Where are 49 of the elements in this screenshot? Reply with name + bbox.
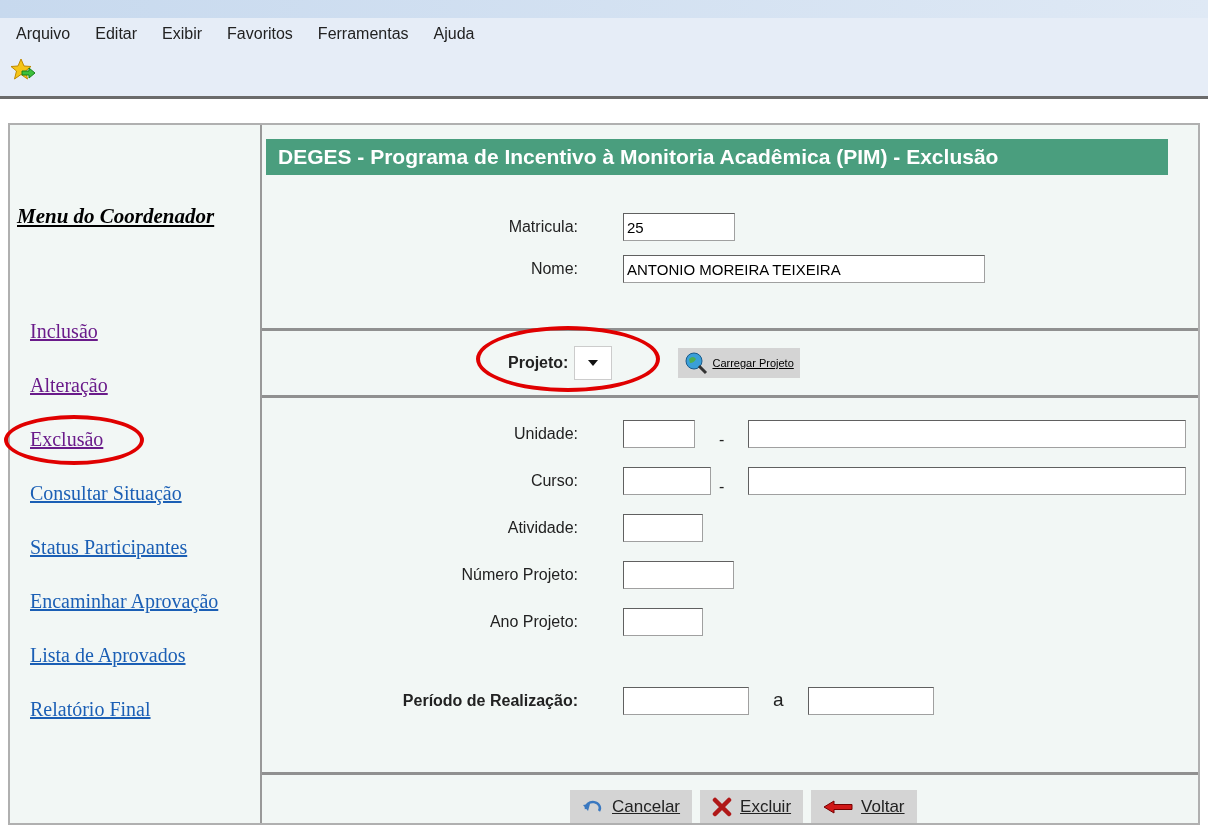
field-label: Período de Realização: (401, 690, 578, 711)
field-label: Curso: (529, 470, 578, 491)
menu-link[interactable]: Relatório Final (30, 693, 151, 724)
menu-item[interactable]: Favoritos (227, 22, 293, 46)
text-field[interactable] (807, 686, 934, 715)
text-field[interactable]: 25 (623, 213, 735, 241)
page-header: DEGES - Programa de Incentivo à Monitoria Acadêmica (PIM) - Exclusão (266, 139, 1168, 175)
field-label: Atividade: (506, 517, 578, 538)
back-button[interactable]: Voltar (811, 790, 917, 823)
text-field[interactable] (748, 466, 1187, 495)
field-label: Número Projeto: (460, 564, 578, 585)
menu-link[interactable]: Status Participantes (30, 531, 188, 562)
text-field[interactable] (623, 513, 703, 542)
dropdown-arrow-icon (588, 360, 599, 366)
text-field[interactable] (623, 419, 695, 448)
field-label: Ano Projeto: (488, 611, 578, 632)
menu-item[interactable]: Ferramentas (317, 22, 409, 46)
text-field[interactable] (748, 419, 1187, 448)
menu-item[interactable]: Ajuda (433, 22, 475, 46)
menu-item[interactable]: Arquivo (16, 22, 71, 46)
field-label: Unidade: (512, 423, 578, 444)
menu-link[interactable]: Alteração (30, 369, 108, 400)
left-arrow-icon (823, 799, 854, 814)
menu-link[interactable]: Inclusão (30, 315, 98, 346)
menu-link[interactable]: Encaminhar Aprovação (30, 585, 219, 616)
cancel-button[interactable]: Cancelar (570, 790, 693, 823)
field-label: Matricula: (507, 217, 578, 237)
field-label: Nome: (529, 259, 578, 279)
text-field[interactable]: ANTONIO MOREIRA TEIXEIRA (623, 255, 985, 283)
favorites-star-icon[interactable] (10, 58, 36, 82)
x-icon (712, 796, 733, 817)
delete-button[interactable]: Excluir (700, 790, 804, 823)
menu-item[interactable]: Exibir (162, 22, 203, 46)
load-project-button[interactable]: Carregar Projeto (678, 348, 800, 378)
text-field[interactable] (623, 466, 711, 495)
dropdown[interactable] (574, 346, 613, 380)
text-field[interactable] (623, 686, 749, 715)
separator-text: - (719, 476, 725, 497)
separator-text: - (719, 429, 725, 450)
menu-link[interactable]: Exclusão (30, 423, 104, 454)
globe-search-icon (684, 351, 709, 375)
menu-item[interactable]: Editar (95, 22, 138, 46)
sidebar-title: Menu do Coordenador (17, 204, 215, 228)
field-label: Projeto: (508, 353, 569, 373)
menu-link[interactable]: Consultar Situação (30, 477, 182, 508)
text-field[interactable] (623, 607, 703, 636)
separator-text: a (773, 688, 784, 713)
text-field[interactable] (623, 560, 734, 589)
menu-link[interactable]: Lista de Aprovados (30, 639, 186, 670)
